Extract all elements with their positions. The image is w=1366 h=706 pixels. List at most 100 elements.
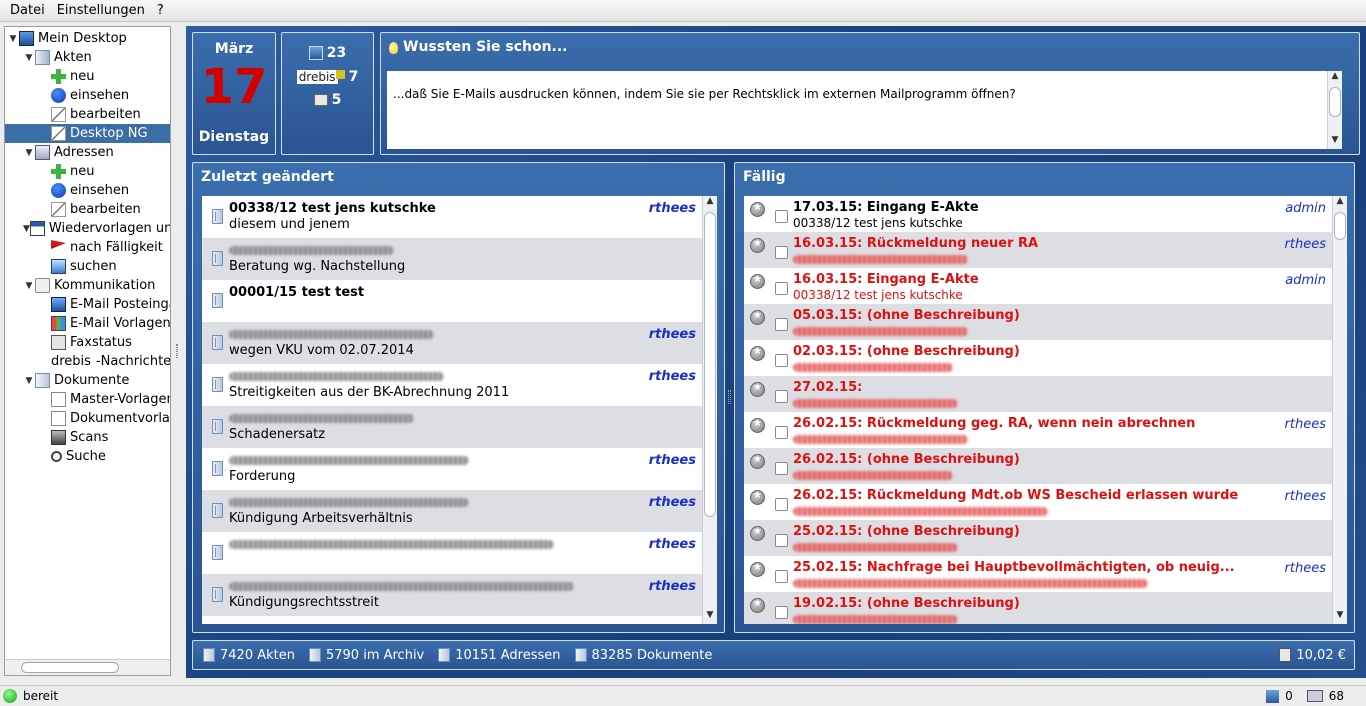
due-row[interactable]: 02.03.15: (ohne Beschreibung)	[744, 340, 1332, 376]
tree-item-dokumente[interactable]: ▼ Dokumente	[5, 371, 170, 390]
recent-row-title	[229, 243, 394, 259]
recent-row[interactable]: wegen VKU vom 02.07.2014 rthees	[202, 322, 702, 364]
cost-stat[interactable]: 10,02 €	[1279, 648, 1346, 663]
menu-einstellungen[interactable]: Einstellungen	[51, 3, 151, 18]
sidebar-splitter[interactable]	[173, 26, 183, 678]
due-row[interactable]: 26.02.15: Rückmeldung Mdt.ob WS Bescheid…	[744, 484, 1332, 520]
done-checkbox[interactable]	[775, 426, 788, 439]
tree-item-drebis[interactable]: drebis -Nachrichten	[5, 352, 170, 371]
tree-item-einsehen[interactable]: einsehen	[5, 181, 170, 200]
status-icon	[750, 490, 765, 505]
recent-row[interactable]: Streitigkeiten aus der BK-Abrechnung 201…	[202, 364, 702, 406]
due-row[interactable]: 26.02.15: (ohne Beschreibung)	[744, 448, 1332, 484]
tree-item-master-vorlagen[interactable]: Master-Vorlagen	[5, 390, 170, 409]
recent-row[interactable]: rthees	[202, 532, 702, 574]
tree-item-e-mail-vorlagen[interactable]: E-Mail Vorlagen	[5, 314, 170, 333]
adressen-stat[interactable]: 10151 Adressen	[438, 648, 561, 663]
tree-item-faxstatus[interactable]: Faxstatus	[5, 333, 170, 352]
due-row[interactable]: 25.02.15: (ohne Beschreibung)	[744, 520, 1332, 556]
edit-icon	[51, 107, 66, 122]
tree-item-nach-fälligkeit[interactable]: nach Fälligkeit	[5, 238, 170, 257]
tree-item-desktop-ng[interactable]: Desktop NG	[5, 124, 170, 143]
recent-row[interactable]: Beratung wg. Nachstellung	[202, 238, 702, 280]
due-scrollbar[interactable]: ▲ ▼	[1332, 196, 1347, 624]
tree-item-kommunikation[interactable]: ▼ Kommunikation	[5, 276, 170, 295]
scroll-down-arrow-icon[interactable]: ▼	[1333, 610, 1347, 624]
recent-row[interactable]: Forderung rthees	[202, 448, 702, 490]
tree-item-mein-desktop[interactable]: ▼ Mein Desktop	[5, 29, 170, 48]
tree-item-scans[interactable]: Scans	[5, 428, 170, 447]
done-checkbox[interactable]	[775, 282, 788, 295]
recent-row[interactable]: Kündigung Arbeitsverhältnis rthees	[202, 490, 702, 532]
scroll-down-arrow-icon[interactable]: ▼	[1328, 135, 1342, 149]
scrollbar-thumb[interactable]	[1334, 212, 1346, 240]
tree-item-dokumentvorlagen[interactable]: Dokumentvorlagen	[5, 409, 170, 428]
drebis-counter[interactable]: drebis 7	[282, 69, 373, 85]
done-checkbox[interactable]	[775, 498, 788, 511]
tree-item-suchen[interactable]: suchen	[5, 257, 170, 276]
done-checkbox[interactable]	[775, 534, 788, 547]
done-checkbox[interactable]	[775, 606, 788, 619]
address-icon	[35, 145, 50, 160]
recent-row[interactable]: Schadenersatz	[202, 406, 702, 448]
done-checkbox[interactable]	[775, 354, 788, 367]
expand-arrow-icon[interactable]: ▼	[23, 148, 35, 158]
search-icon	[51, 451, 62, 462]
akten-stat[interactable]: 7420 Akten	[203, 648, 295, 663]
tree-item-suche[interactable]: Suche	[5, 447, 170, 466]
redacted-text	[793, 399, 958, 408]
due-row[interactable]: 16.03.15: Rückmeldung neuer RA rthees	[744, 232, 1332, 268]
scrollbar-thumb[interactable]	[21, 662, 119, 673]
counter-icon	[1306, 690, 1323, 702]
inbox-counter[interactable]: 23	[282, 45, 373, 61]
tree-item-bearbeiten[interactable]: bearbeiten	[5, 200, 170, 219]
due-row-title: 25.02.15: (ohne Beschreibung)	[793, 524, 1020, 539]
due-row[interactable]: 26.02.15: Rückmeldung geg. RA, wenn nein…	[744, 412, 1332, 448]
recent-row[interactable]: Kündigungsrechtsstreit rthees	[202, 574, 702, 616]
panel-splitter[interactable]	[727, 162, 733, 633]
due-row[interactable]: 17.03.15: Eingang E-Akte00338/12 test je…	[744, 196, 1332, 232]
recent-row[interactable]: 00338/12 test jens kutschke diesem und je…	[202, 196, 702, 238]
done-checkbox[interactable]	[775, 570, 788, 583]
scroll-up-arrow-icon[interactable]: ▲	[703, 196, 717, 210]
done-checkbox[interactable]	[775, 318, 788, 331]
tree-item-wiedervorlagen-und[interactable]: ▼ Wiedervorlagen und	[5, 219, 170, 238]
tree-item-neu[interactable]: neu	[5, 162, 170, 181]
expand-arrow-icon[interactable]: ▼	[23, 281, 35, 291]
archiv-stat[interactable]: 5790 im Archiv	[308, 648, 424, 663]
due-row[interactable]: 19.02.15: (ohne Beschreibung)	[744, 592, 1332, 624]
scroll-up-arrow-icon[interactable]: ▲	[1333, 196, 1347, 210]
recent-row[interactable]: 00001/15 test test	[202, 280, 702, 322]
tree-item-e-mail-posteingang[interactable]: E-Mail Posteingang	[5, 295, 170, 314]
tree-horizontal-scrollbar[interactable]	[5, 659, 170, 675]
menu-datei[interactable]: Datei	[4, 3, 51, 18]
due-row[interactable]: 25.02.15: Nachfrage bei Hauptbevollmächt…	[744, 556, 1332, 592]
done-checkbox[interactable]	[775, 462, 788, 475]
scroll-down-arrow-icon[interactable]: ▼	[703, 610, 717, 624]
tree-item-einsehen[interactable]: einsehen	[5, 86, 170, 105]
expand-arrow-icon[interactable]: ▼	[7, 34, 19, 44]
expand-arrow-icon[interactable]: ▼	[23, 224, 30, 234]
print-counter[interactable]: 5	[282, 92, 373, 108]
dokumente-stat[interactable]: 83285 Dokumente	[574, 648, 712, 663]
tree-item-bearbeiten[interactable]: bearbeiten	[5, 105, 170, 124]
scrollbar-thumb[interactable]	[704, 212, 716, 517]
done-checkbox[interactable]	[775, 246, 788, 259]
scroll-up-arrow-icon[interactable]: ▲	[1328, 71, 1342, 85]
tree-item-label: E-Mail Vorlagen	[70, 316, 171, 331]
recent-scrollbar[interactable]: ▲ ▼	[702, 196, 717, 624]
menu-help[interactable]: ?	[151, 3, 170, 18]
due-row[interactable]: 27.02.15:	[744, 376, 1332, 412]
done-checkbox[interactable]	[775, 390, 788, 403]
tree-item-neu[interactable]: neu	[5, 67, 170, 86]
scrollbar-thumb[interactable]	[1329, 87, 1341, 117]
tree-item-adressen[interactable]: ▼ Adressen	[5, 143, 170, 162]
due-row[interactable]: 16.03.15: Eingang E-Akte00338/12 test je…	[744, 268, 1332, 304]
status-inbox-count: 0	[1285, 689, 1293, 703]
expand-arrow-icon[interactable]: ▼	[23, 53, 35, 63]
due-row[interactable]: 05.03.15: (ohne Beschreibung)	[744, 304, 1332, 340]
done-checkbox[interactable]	[775, 210, 788, 223]
tree-item-akten[interactable]: ▼ Akten	[5, 48, 170, 67]
tip-scrollbar[interactable]: ▲ ▼	[1327, 71, 1342, 149]
expand-arrow-icon[interactable]: ▼	[23, 376, 35, 386]
